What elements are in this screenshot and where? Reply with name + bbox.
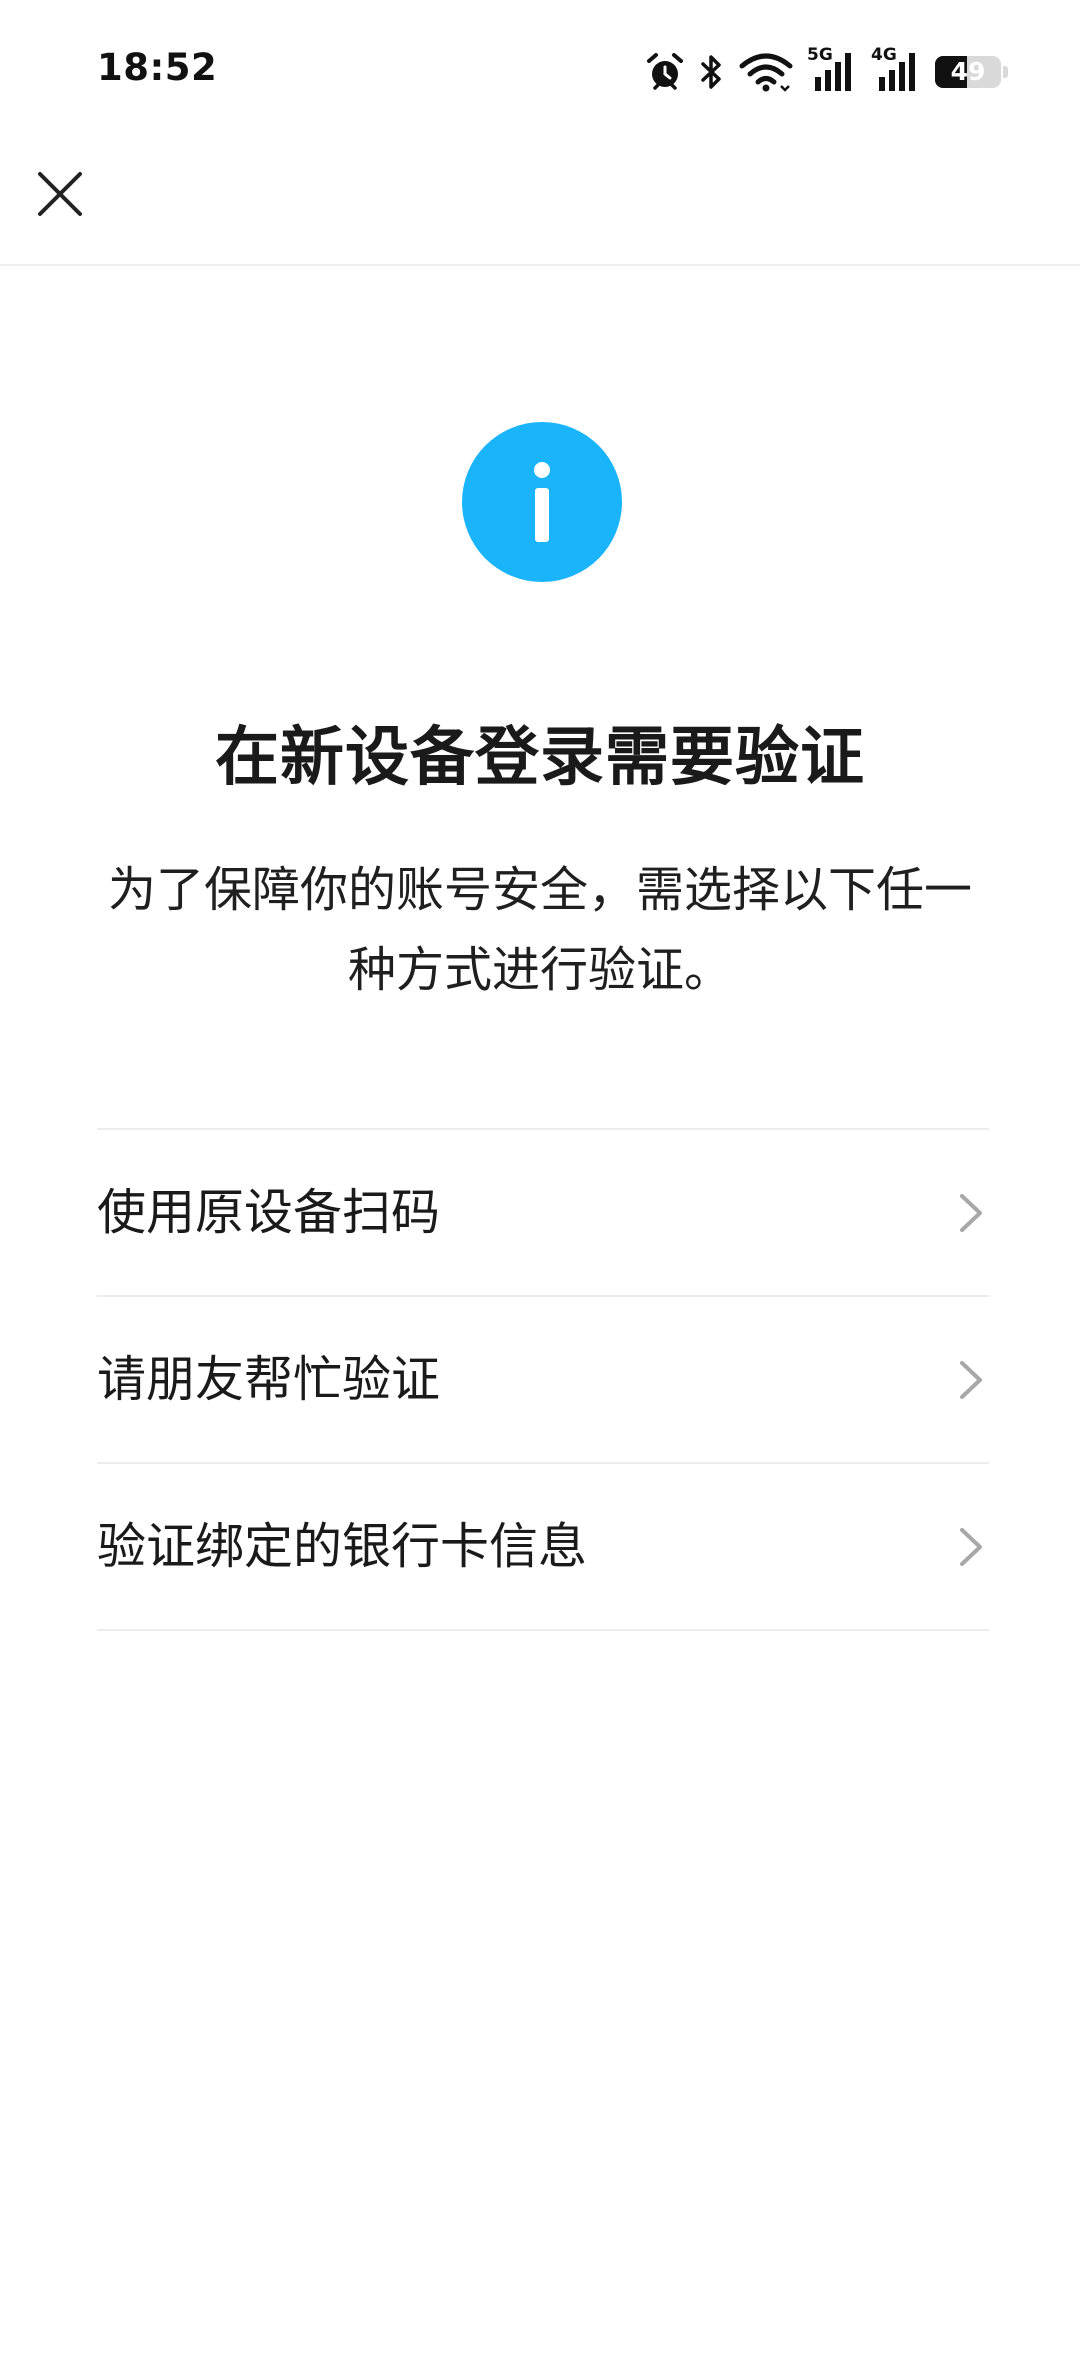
info-icon-bar: [535, 488, 549, 542]
info-icon: [462, 422, 622, 582]
info-icon-dot: [534, 462, 550, 478]
option-scan-with-original-device[interactable]: 使用原设备扫码: [97, 1130, 989, 1297]
chevron-right-icon: [960, 1361, 982, 1399]
chevron-right-icon: [960, 1528, 982, 1566]
option-verify-bank-card[interactable]: 验证绑定的银行卡信息: [97, 1464, 989, 1631]
battery-cap: [1003, 66, 1008, 78]
page-description: 为了保障你的账号安全，需选择以下任一种方式进行验证。: [107, 862, 972, 998]
status-bar: 18:52 5G 4G 49: [0, 0, 1080, 140]
close-button[interactable]: [28, 162, 92, 226]
wifi-icon: [739, 52, 793, 92]
option-label: 验证绑定的银行卡信息: [97, 1518, 588, 1575]
option-ask-friend[interactable]: 请朋友帮忙验证: [97, 1297, 989, 1464]
battery-level: 49: [950, 57, 986, 86]
battery-icon: 49: [935, 56, 1001, 88]
status-time: 18:52: [97, 46, 218, 89]
option-label: 请朋友帮忙验证: [97, 1351, 441, 1408]
alarm-icon: [645, 52, 685, 92]
nav-bar: [0, 140, 1080, 266]
signal-5g-icon: 5G: [807, 45, 857, 93]
option-label: 使用原设备扫码: [97, 1184, 441, 1241]
verification-options: 使用原设备扫码 请朋友帮忙验证 验证绑定的银行卡信息: [97, 1128, 989, 1631]
bluetooth-icon: [699, 52, 725, 92]
chevron-right-icon: [960, 1194, 982, 1232]
page-title: 在新设备登录需要验证: [215, 721, 865, 795]
signal-4g-icon: 4G: [871, 45, 921, 93]
status-icons: 5G 4G 49: [645, 45, 1008, 96]
close-icon: [38, 172, 82, 216]
